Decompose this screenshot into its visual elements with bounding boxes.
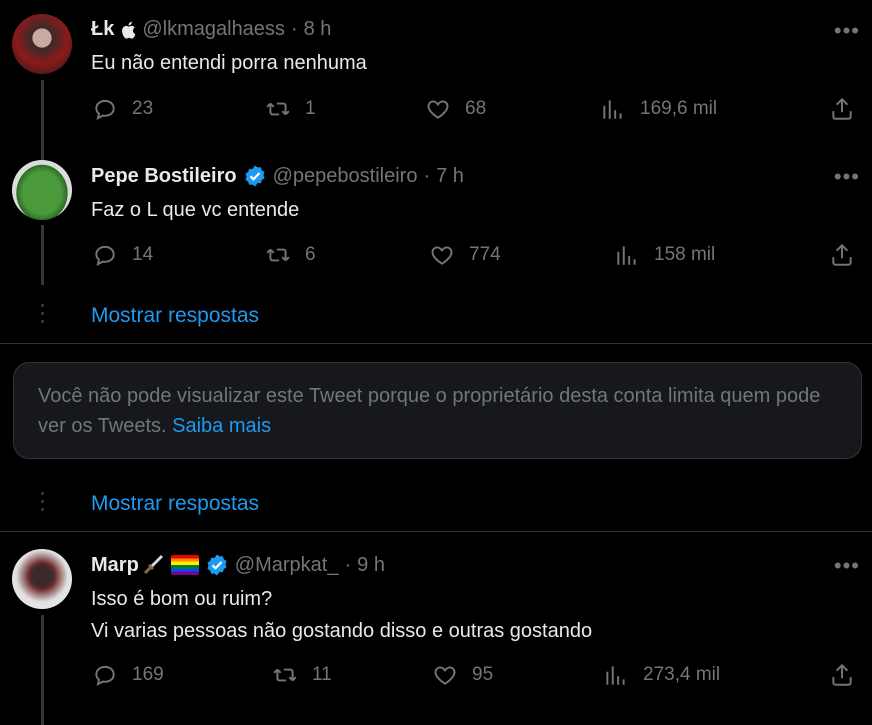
avatar[interactable] <box>12 160 72 220</box>
reply-button[interactable]: 23 <box>92 96 153 122</box>
tweet-2[interactable]: Pepe Bostileiro @pepebostileiro · 7 h ••… <box>0 145 872 285</box>
like-button[interactable]: 68 <box>425 96 486 122</box>
views-count: 158 mil <box>654 244 716 265</box>
restricted-tweet-notice: Você não pode visualizar este Tweet porq… <box>13 362 862 459</box>
retweet-count: 6 <box>305 244 316 265</box>
separator: · <box>344 553 352 576</box>
handle[interactable]: @Marpkat_ <box>235 554 339 577</box>
show-replies-link[interactable]: Mostrar respostas <box>91 492 259 516</box>
tweet-text: Eu não entendi porra nenhuma <box>91 52 367 74</box>
retweet-button[interactable]: 11 <box>272 662 332 688</box>
share-icon <box>829 96 855 122</box>
retweet-icon <box>265 242 291 268</box>
more-icon[interactable]: ••• <box>834 18 860 44</box>
separator: · <box>423 164 431 187</box>
like-icon <box>429 242 455 268</box>
timestamp[interactable]: 7 h <box>436 165 464 188</box>
reply-icon <box>92 662 118 688</box>
action-bar: 23 1 68 169,6 mil <box>0 96 872 126</box>
like-button[interactable]: 95 <box>432 662 493 688</box>
views-icon <box>600 96 626 122</box>
tweet-text: Isso é bom ou ruim? Vi varias pessoas nã… <box>91 583 592 647</box>
reply-icon <box>92 96 118 122</box>
retweet-icon <box>265 96 291 122</box>
tweet-header: Pepe Bostileiro @pepebostileiro · 7 h <box>91 164 464 188</box>
reply-icon <box>92 242 118 268</box>
retweet-count: 11 <box>312 664 332 685</box>
verified-icon <box>205 553 229 577</box>
like-count: 774 <box>469 244 501 265</box>
avatar[interactable] <box>12 549 72 609</box>
action-bar: 169 11 95 273,4 mil <box>0 662 872 692</box>
thread-line <box>41 145 44 160</box>
views-count: 169,6 mil <box>640 98 718 119</box>
retweet-button[interactable]: 6 <box>265 242 316 268</box>
views-button[interactable]: 169,6 mil <box>600 96 717 122</box>
show-replies-link[interactable]: Mostrar respostas <box>91 304 259 328</box>
display-name[interactable]: Pepe Bostileiro <box>91 165 237 188</box>
timestamp[interactable]: 9 h <box>357 554 385 577</box>
handle[interactable]: @pepebostileiro <box>273 165 418 188</box>
tweet-text: Faz o L que vc entende <box>91 199 300 221</box>
tweet-1[interactable]: Łk @lkmagalhaess · 8 h ••• Eu não entend… <box>0 0 872 145</box>
share-button[interactable] <box>829 242 855 268</box>
divider <box>0 343 872 344</box>
like-icon <box>425 96 451 122</box>
dagger-icon <box>141 553 165 577</box>
learn-more-link[interactable]: Saiba mais <box>172 415 271 437</box>
reply-count: 23 <box>132 98 154 119</box>
more-icon[interactable]: ••• <box>834 164 860 190</box>
like-count: 95 <box>472 664 494 685</box>
views-count: 273,4 mil <box>643 664 721 685</box>
like-count: 68 <box>465 98 487 119</box>
retweet-count: 1 <box>305 98 316 119</box>
restricted-text: Você não pode visualizar este Tweet porq… <box>38 385 821 437</box>
avatar[interactable] <box>12 14 72 74</box>
thread-dots <box>41 492 44 516</box>
share-icon <box>829 662 855 688</box>
thread-dots <box>41 304 44 328</box>
views-button[interactable]: 273,4 mil <box>603 662 720 688</box>
display-name[interactable]: Łk <box>91 18 114 41</box>
reply-button[interactable]: 169 <box>92 662 164 688</box>
like-button[interactable]: 774 <box>429 242 501 268</box>
apple-icon <box>120 21 136 39</box>
views-button[interactable]: 158 mil <box>614 242 715 268</box>
tweet-text-line: Vi varias pessoas não gostando disso e o… <box>91 620 593 642</box>
share-icon <box>829 242 855 268</box>
reply-button[interactable]: 14 <box>92 242 153 268</box>
tweet-header: Łk @lkmagalhaess · 8 h <box>91 18 331 41</box>
views-icon <box>603 662 629 688</box>
share-button[interactable] <box>829 662 855 688</box>
tweet-text-line: Isso é bom ou ruim? <box>91 588 273 610</box>
more-icon[interactable]: ••• <box>834 553 860 579</box>
rainbow-flag-icon <box>170 555 199 575</box>
tweet-header: Marp @Marpkat_ · 9 h <box>91 553 385 577</box>
views-icon <box>614 242 640 268</box>
reply-count: 14 <box>132 244 154 265</box>
verified-icon <box>243 164 267 188</box>
reply-count: 169 <box>132 664 164 685</box>
separator: · <box>290 18 298 40</box>
handle[interactable]: @lkmagalhaess <box>142 18 285 41</box>
retweet-button[interactable]: 1 <box>265 96 316 122</box>
like-icon <box>432 662 458 688</box>
timestamp[interactable]: 8 h <box>304 18 332 41</box>
share-button[interactable] <box>829 96 855 122</box>
retweet-icon <box>272 662 298 688</box>
display-name[interactable]: Marp <box>91 554 139 577</box>
tweet-3[interactable]: Marp @Marpkat_ · 9 h ••• Isso é bom ou r… <box>0 532 872 725</box>
action-bar: 14 6 774 158 mil <box>0 242 872 272</box>
